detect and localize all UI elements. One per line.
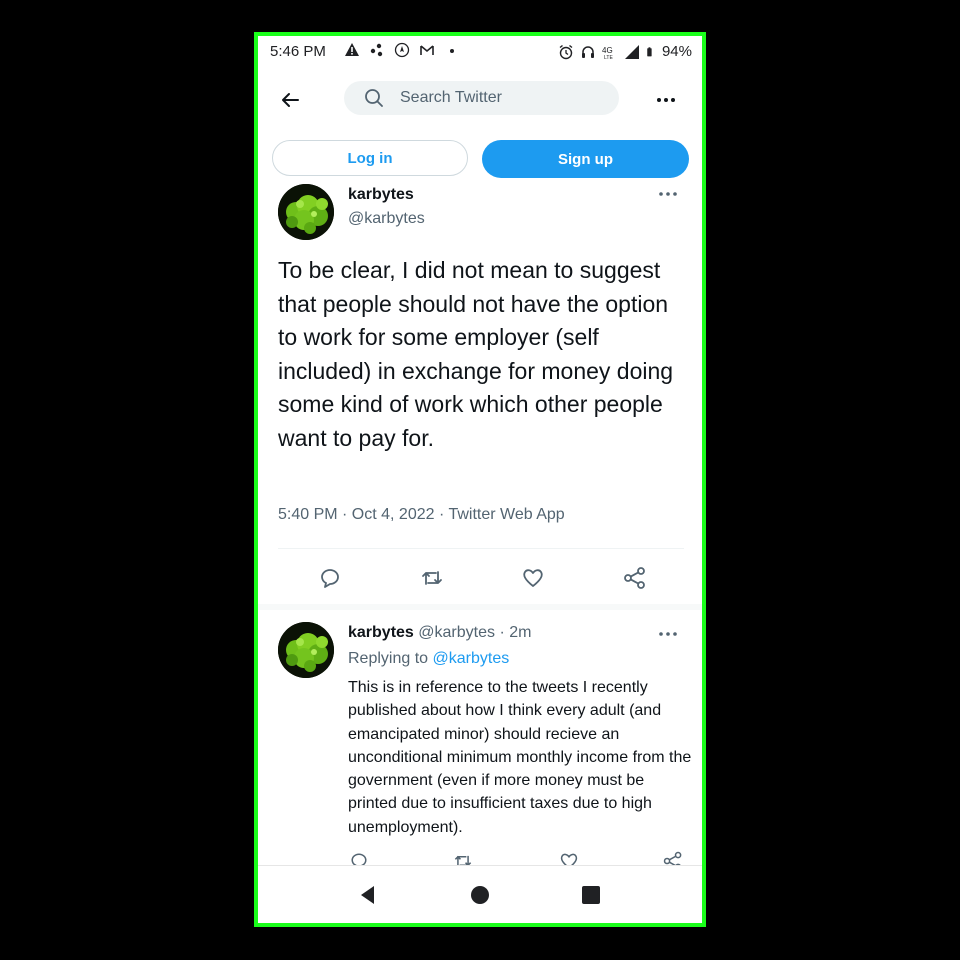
reply-actions — [258, 848, 702, 866]
search-icon — [365, 89, 383, 107]
headset-icon — [581, 45, 594, 58]
retweet-icon[interactable] — [419, 565, 445, 591]
reply-icon[interactable] — [317, 565, 343, 591]
search-bar[interactable] — [344, 81, 619, 115]
phone-frame: 5:46 PM 4G LTE 94% Search Twitter Log in… — [254, 32, 706, 927]
signup-button[interactable]: Sign up — [482, 140, 689, 178]
reply-icon[interactable] — [348, 850, 370, 866]
share-icon[interactable] — [622, 565, 648, 591]
retweet-icon[interactable] — [452, 850, 474, 866]
avatar[interactable] — [278, 184, 334, 240]
status-time: 5:46 PM — [270, 43, 326, 60]
location-icon — [394, 42, 410, 58]
like-icon[interactable] — [558, 850, 580, 866]
divider — [278, 548, 684, 549]
nav-back-icon[interactable] — [356, 883, 380, 907]
avatar-image — [278, 622, 334, 678]
tweet-meta: 5:40 PM · Oct 4, 2022 · Twitter Web App — [278, 506, 565, 523]
svg-text:LTE: LTE — [604, 55, 613, 60]
tweet-author-name[interactable]: karbytes — [348, 186, 414, 204]
like-icon[interactable] — [520, 565, 546, 591]
4g-lte-icon: 4GLTE — [602, 46, 613, 60]
status-bar: 5:46 PM 4G LTE 94% — [258, 36, 702, 68]
battery-percent: 94% — [661, 43, 692, 60]
warning-icon — [345, 43, 359, 56]
dots-icon — [370, 43, 383, 57]
nav-recents-icon[interactable] — [579, 883, 603, 907]
replying-to: Replying to @karbytes — [348, 650, 509, 668]
android-nav-bar — [258, 865, 702, 923]
top-nav — [258, 78, 702, 122]
search-input[interactable] — [398, 88, 602, 108]
tweet-more-icon[interactable] — [656, 184, 680, 204]
svg-text:4G: 4G — [602, 46, 613, 55]
notification-icons — [344, 42, 460, 58]
section-divider — [258, 604, 702, 610]
reply-header: karbytes @karbytes · 2m — [348, 624, 531, 642]
tweet-actions — [258, 560, 702, 596]
tweet-text: To be clear, I did not mean to suggest t… — [278, 257, 674, 451]
avatar-image — [278, 184, 334, 240]
avatar[interactable] — [278, 622, 334, 678]
nav-home-icon[interactable] — [468, 883, 492, 907]
more-options-icon[interactable] — [652, 86, 680, 114]
gmail-icon — [420, 45, 434, 55]
reply-text: This is in reference to the tweets I rec… — [348, 679, 692, 836]
replying-to-label: Replying to — [348, 650, 429, 667]
login-button[interactable]: Log in — [272, 140, 468, 176]
alarm-icon — [559, 44, 573, 59]
signal-icon — [624, 44, 639, 59]
system-icons: 4G LTE 94% — [558, 43, 692, 60]
tweet-author-handle[interactable]: @karbytes — [348, 210, 425, 228]
reply-author-name[interactable]: karbytes — [348, 624, 414, 641]
back-arrow-icon[interactable] — [276, 86, 304, 114]
reply-more-icon[interactable] — [656, 624, 680, 644]
reply-author-handle-time[interactable]: @karbytes · 2m — [418, 624, 531, 641]
auth-buttons: Log in Sign up — [272, 140, 690, 178]
battery-icon — [647, 46, 652, 56]
dot-icon — [450, 49, 454, 53]
replying-to-mention[interactable]: @karbytes — [433, 650, 510, 667]
share-icon[interactable] — [662, 850, 684, 866]
